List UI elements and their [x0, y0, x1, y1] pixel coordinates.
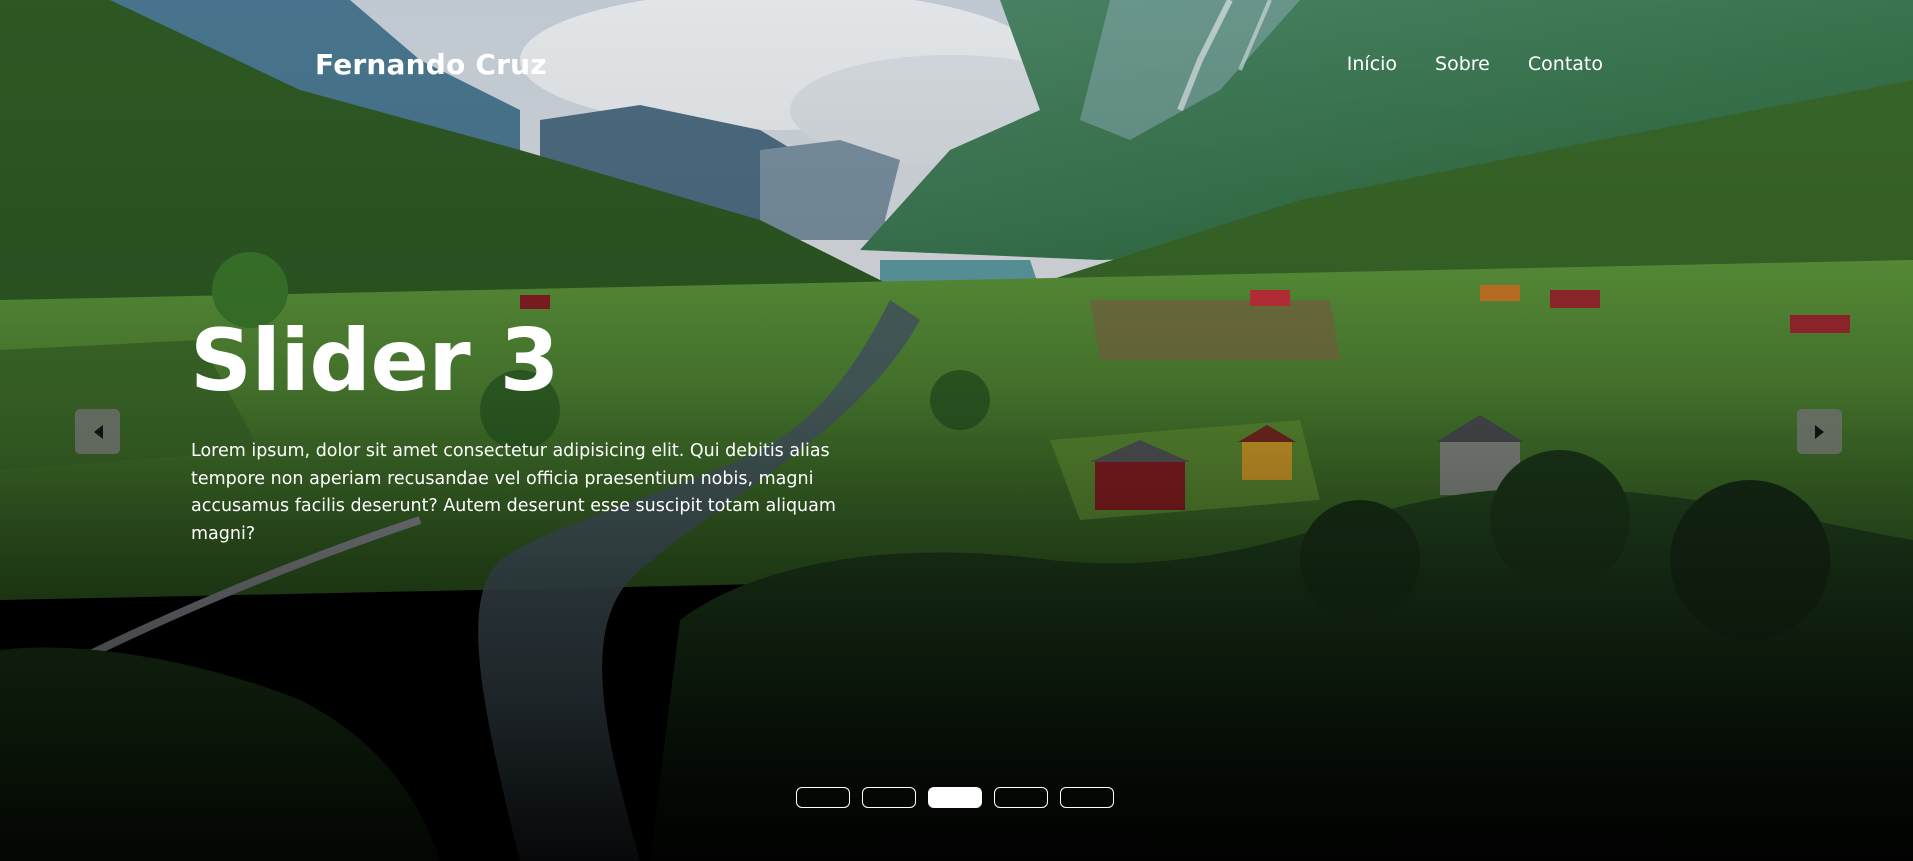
nav-link-contato[interactable]: Contato [1528, 53, 1603, 75]
slide-indicator-4[interactable] [994, 787, 1048, 808]
slide-indicator-2[interactable] [862, 787, 916, 808]
site-header: Fernando Cruz Início Sobre Contato [315, 44, 1603, 84]
caret-right-icon [1814, 424, 1824, 439]
slide-indicator-3[interactable] [928, 787, 982, 808]
nav-link-inicio[interactable]: Início [1347, 53, 1397, 75]
main-nav: Início Sobre Contato [1347, 53, 1603, 75]
slide-indicator-5[interactable] [1060, 787, 1114, 808]
site-logo[interactable]: Fernando Cruz [315, 48, 547, 81]
caret-left-icon [93, 424, 103, 439]
slide-description: Lorem ipsum, dolor sit amet consectetur … [191, 441, 836, 544]
previous-slide-button[interactable] [75, 409, 120, 454]
hero-slider: Fernando Cruz Início Sobre Contato Slide… [0, 0, 1913, 861]
next-slide-button[interactable] [1797, 409, 1842, 454]
landscape-background-image [0, 0, 1913, 861]
slide-indicators [796, 787, 1114, 808]
nav-link-sobre[interactable]: Sobre [1435, 53, 1490, 75]
slide-indicator-1[interactable] [796, 787, 850, 808]
slide-title: Slider 3 [190, 311, 559, 411]
